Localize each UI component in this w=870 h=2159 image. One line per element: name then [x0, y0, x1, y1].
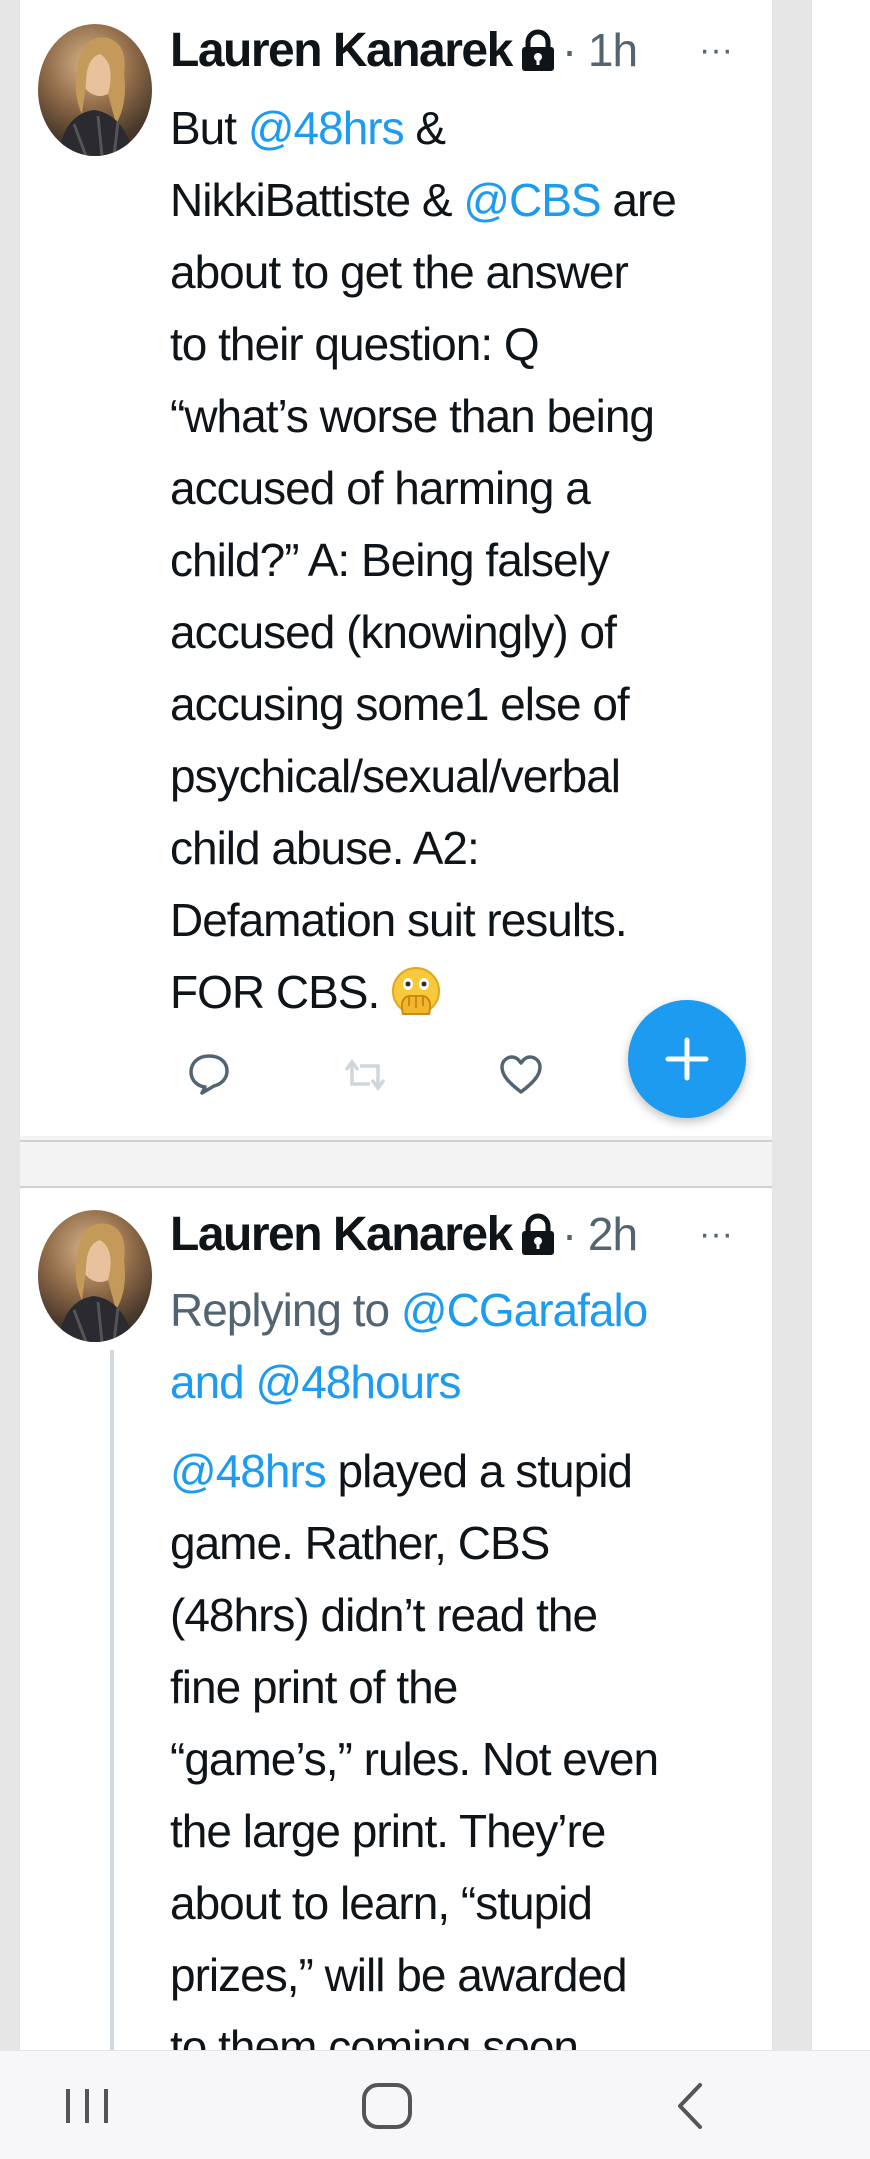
mention-link[interactable]: @CGarafalo — [401, 1284, 648, 1336]
lock-icon — [521, 29, 554, 71]
lock-icon — [521, 1213, 554, 1255]
reply-icon[interactable] — [186, 1050, 232, 1096]
mention-link[interactable]: @CBS — [463, 174, 601, 226]
retweet-icon[interactable] — [342, 1052, 388, 1098]
more-options-icon[interactable]: ··· — [696, 30, 736, 70]
thread-connector-line — [110, 1350, 114, 2050]
plus-icon — [665, 1037, 709, 1081]
mention-link[interactable]: @48hours — [256, 1356, 462, 1408]
author-name[interactable]: Lauren Kanarek — [170, 1207, 513, 1262]
system-navigation-bar — [0, 2050, 870, 2159]
back-icon — [678, 2083, 702, 2129]
tweet-text: @48hrs played a stupid game. Rather, CBS… — [170, 1435, 770, 2050]
compose-button[interactable] — [628, 1000, 746, 1118]
tweet-text-segment: But — [170, 102, 248, 154]
replying-to-label: Replying to — [170, 1284, 401, 1336]
tweet-timestamp[interactable]: · 1h — [562, 23, 638, 77]
avatar-image — [58, 37, 134, 156]
author-name[interactable]: Lauren Kanarek — [170, 23, 513, 78]
recent-apps-button[interactable] — [52, 2071, 122, 2141]
replying-to-label: and — [170, 1356, 256, 1408]
home-button[interactable] — [352, 2071, 422, 2141]
avatar[interactable] — [38, 1210, 152, 1342]
mention-link[interactable]: @48hrs — [248, 102, 405, 154]
tweet-timestamp[interactable]: · 2h — [562, 1207, 638, 1261]
replying-to-line: Replying to @CGarafalo and @48hours — [170, 1274, 770, 1418]
avatar-image — [58, 1223, 134, 1342]
tweet-text-viewport: @48hrs played a stupid game. Rather, CBS… — [170, 1435, 770, 2050]
tweet-text: But @48hrs & NikkiBattiste & @CBS are ab… — [170, 92, 770, 1028]
heart-icon[interactable] — [498, 1052, 544, 1098]
tweet-header: Lauren Kanarek · 1h — [170, 20, 638, 80]
divider — [20, 1140, 772, 1142]
tweet-text-segment: are about to get the answer to their que… — [170, 174, 677, 1018]
home-icon — [362, 2083, 412, 2129]
face-with-open-eyes-and-hand-over-mouth-icon — [392, 967, 441, 1015]
tweet-text-segment: played a stupid game. Rather, CBS (48hrs… — [170, 1445, 659, 2050]
page-right-margin — [812, 0, 870, 2050]
tweet-header: Lauren Kanarek · 2h — [170, 1204, 638, 1264]
avatar[interactable] — [38, 24, 152, 156]
back-button[interactable] — [656, 2071, 726, 2141]
mention-link[interactable]: @48hrs — [170, 1445, 327, 1497]
more-options-icon[interactable]: ··· — [696, 1214, 736, 1254]
recent-apps-icon — [66, 2089, 108, 2123]
